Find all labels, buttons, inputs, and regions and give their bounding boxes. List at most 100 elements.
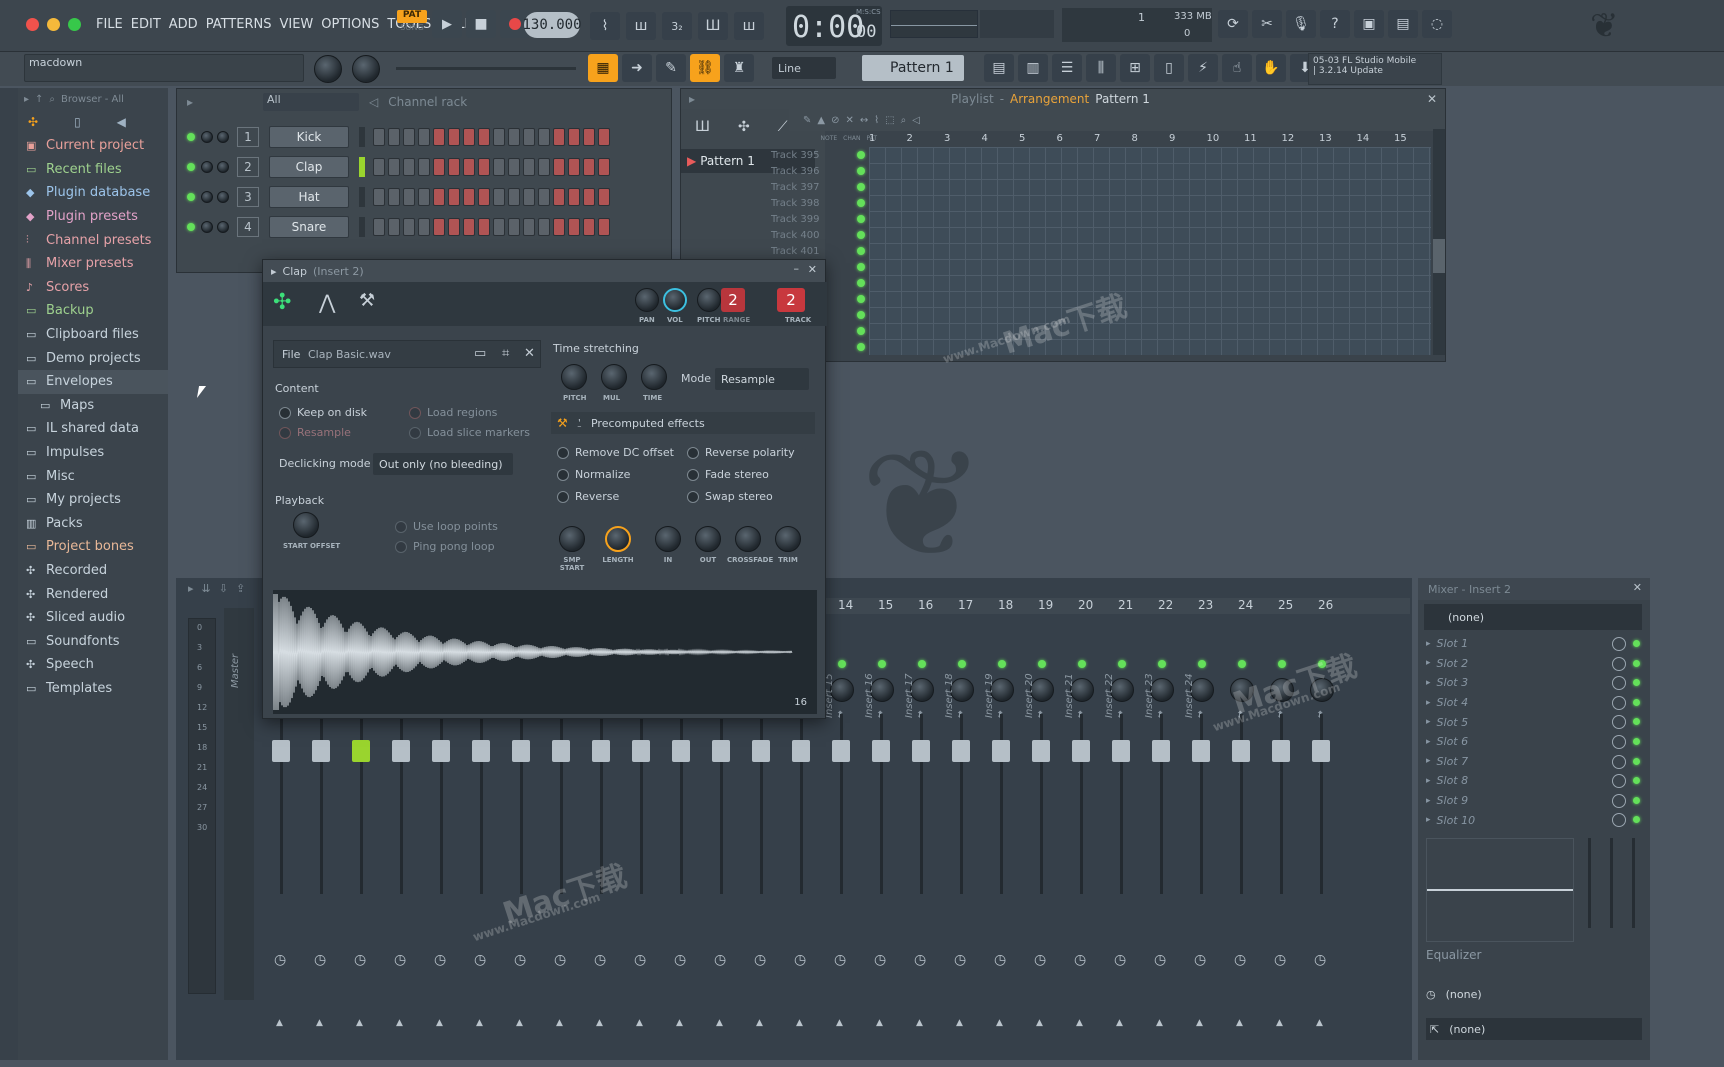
strip-pan-knob[interactable] bbox=[1270, 678, 1294, 702]
channel-number[interactable]: 2 bbox=[237, 157, 259, 177]
play-button[interactable]: ▶ bbox=[432, 10, 462, 38]
step-button[interactable] bbox=[598, 218, 610, 236]
strip-route-icon[interactable]: ◷ bbox=[634, 952, 646, 968]
strip-route-icon[interactable]: ◷ bbox=[1314, 952, 1326, 968]
playlist-button[interactable]: ▤ bbox=[984, 54, 1014, 82]
channel-vol-knob[interactable] bbox=[217, 221, 229, 233]
strip-send-icon[interactable]: ▲ bbox=[1196, 1018, 1203, 1028]
remove-file-icon[interactable]: ✕ bbox=[524, 346, 535, 361]
menu-file[interactable]: FILE bbox=[96, 17, 123, 32]
strip-led[interactable] bbox=[1038, 660, 1046, 668]
brush-icon[interactable]: ▲ bbox=[817, 115, 825, 126]
step-button[interactable] bbox=[418, 188, 430, 206]
strip-fader[interactable] bbox=[712, 740, 730, 762]
rack-menu-icon[interactable]: ▸ bbox=[187, 95, 193, 109]
strip-route-icon[interactable]: ◷ bbox=[514, 952, 526, 968]
track-led[interactable] bbox=[857, 231, 865, 239]
strip-send-icon[interactable]: ▲ bbox=[1116, 1018, 1123, 1028]
effect-radio[interactable] bbox=[557, 491, 569, 503]
step-button[interactable] bbox=[493, 218, 505, 236]
strip-led[interactable] bbox=[1158, 660, 1166, 668]
strip-route-icon[interactable]: ◷ bbox=[1034, 952, 1046, 968]
zoom-icon[interactable]: ⌕ bbox=[901, 115, 907, 126]
strip-fader[interactable] bbox=[552, 740, 570, 762]
mode-select[interactable]: Resample bbox=[715, 368, 809, 390]
browser-button[interactable]: ⊞ bbox=[1120, 54, 1150, 82]
step-button[interactable] bbox=[373, 218, 385, 236]
strip-route-icon[interactable]: ◷ bbox=[874, 952, 886, 968]
step-button[interactable] bbox=[403, 158, 415, 176]
browser-item[interactable]: ▭ Maps bbox=[18, 394, 168, 418]
effect-option[interactable]: Remove DC offset bbox=[557, 446, 674, 459]
strip-fader[interactable] bbox=[392, 740, 410, 762]
strip-led[interactable] bbox=[918, 660, 926, 668]
wait-input-button[interactable]: ш bbox=[626, 12, 656, 40]
channel-pan-knob[interactable] bbox=[201, 221, 213, 233]
step-button[interactable] bbox=[493, 158, 505, 176]
metronome-button[interactable]: ⌇ bbox=[590, 12, 620, 40]
zoom-window-icon[interactable] bbox=[68, 18, 81, 31]
step-button[interactable] bbox=[538, 128, 550, 146]
channel-select-bar[interactable] bbox=[359, 157, 365, 177]
strip-route-icon[interactable]: ◷ bbox=[594, 952, 606, 968]
snap-select[interactable]: Line bbox=[772, 57, 836, 79]
strip-fader[interactable] bbox=[1032, 740, 1050, 762]
strip-fader[interactable] bbox=[1192, 740, 1210, 762]
cut-button[interactable]: ✂ bbox=[1252, 10, 1282, 38]
search-icon[interactable]: ⌕ bbox=[49, 94, 55, 105]
stop-button[interactable]: ■ bbox=[466, 10, 496, 38]
file-name[interactable]: Clap Basic.wav bbox=[308, 348, 391, 361]
channel-pan-knob[interactable] bbox=[201, 161, 213, 173]
step-button[interactable] bbox=[583, 158, 595, 176]
strip-pan-knob[interactable] bbox=[1310, 678, 1334, 702]
strip-fader[interactable] bbox=[592, 740, 610, 762]
channel-select-bar[interactable] bbox=[359, 187, 365, 207]
strip-fader[interactable] bbox=[512, 740, 530, 762]
browser-item[interactable]: ▭ Envelopes bbox=[18, 369, 168, 394]
stamp-button[interactable]: ♜ bbox=[724, 54, 754, 82]
channel-vol-knob[interactable] bbox=[217, 131, 229, 143]
strip-route-icon[interactable]: ◷ bbox=[794, 952, 806, 968]
save-button[interactable]: ▣ bbox=[1354, 10, 1384, 38]
effect-option[interactable]: Reverse polarity bbox=[687, 446, 795, 459]
strip-send-icon[interactable]: ▲ bbox=[396, 1018, 403, 1028]
countdown-button[interactable]: 3₂ bbox=[662, 12, 692, 40]
step-button[interactable] bbox=[418, 128, 430, 146]
fx-knob[interactable] bbox=[695, 526, 721, 552]
step-edit-button[interactable]: ➜ bbox=[622, 54, 652, 82]
step-button[interactable] bbox=[598, 188, 610, 206]
effect-slot[interactable]: ▸ Slot 7 bbox=[1418, 752, 1650, 772]
strip-fader[interactable] bbox=[1272, 740, 1290, 762]
clap-titlebar[interactable]: ▸ Clap (Insert 2) – ✕ bbox=[263, 260, 825, 282]
step-button[interactable] bbox=[373, 128, 385, 146]
step-button[interactable] bbox=[433, 188, 445, 206]
strip-route-icon[interactable]: ◷ bbox=[914, 952, 926, 968]
range-value[interactable]: 2 bbox=[721, 288, 745, 312]
effect-radio[interactable] bbox=[557, 447, 569, 459]
ts-knob[interactable] bbox=[601, 364, 627, 390]
strip-send-icon[interactable]: ▲ bbox=[316, 1018, 323, 1028]
track-led[interactable] bbox=[857, 199, 865, 207]
step-button[interactable] bbox=[448, 158, 460, 176]
step-button[interactable] bbox=[598, 128, 610, 146]
track-led[interactable] bbox=[857, 263, 865, 271]
strip-send-icon[interactable]: ▲ bbox=[436, 1018, 443, 1028]
keep-on-disk-option[interactable]: Keep on disk bbox=[279, 406, 367, 419]
strip-send-icon[interactable]: ▲ bbox=[796, 1018, 803, 1028]
effect-radio[interactable] bbox=[557, 469, 569, 481]
refresh-button[interactable]: ⟳ bbox=[1218, 10, 1248, 38]
effect-radio[interactable] bbox=[687, 469, 699, 481]
piano-icon[interactable]: Ш bbox=[695, 119, 710, 135]
strip-route-icon[interactable]: ◷ bbox=[474, 952, 486, 968]
browser-item[interactable]: ▭ My projects bbox=[18, 488, 168, 512]
step-button[interactable] bbox=[508, 128, 520, 146]
fx-knob[interactable] bbox=[775, 526, 801, 552]
slip-icon[interactable]: ↔ bbox=[860, 115, 868, 126]
step-button[interactable] bbox=[538, 188, 550, 206]
channel-number[interactable]: 4 bbox=[237, 217, 259, 237]
strip-led[interactable] bbox=[1198, 660, 1206, 668]
strip-send-icon[interactable]: ▲ bbox=[676, 1018, 683, 1028]
browser-item[interactable]: ⫶ Channel presets bbox=[18, 228, 168, 252]
browser-item[interactable]: ▭ Soundfonts bbox=[18, 629, 168, 653]
tempo-display[interactable]: 130.000 bbox=[523, 12, 582, 38]
